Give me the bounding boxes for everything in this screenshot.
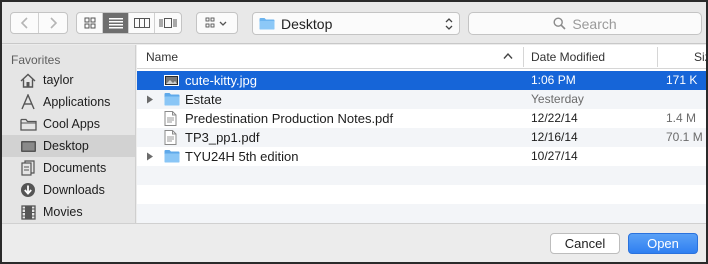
folder-icon: [259, 18, 275, 30]
applications-icon: [18, 94, 38, 110]
file-size: 171 K: [666, 73, 698, 87]
file-date: 10/27/14: [531, 149, 578, 163]
search-field[interactable]: Search: [468, 12, 702, 35]
list-header: Name Date Modified Siz: [137, 45, 706, 69]
name-column-header[interactable]: Name: [146, 50, 178, 64]
dialog-footer: Cancel Open: [2, 223, 706, 262]
toolbar: Desktop Search: [2, 2, 706, 44]
arrange-menu-button[interactable]: [196, 12, 238, 34]
file-size: 1.4 M: [666, 111, 697, 125]
location-label: Desktop: [281, 15, 333, 32]
column-view-icon: [133, 18, 150, 28]
file-row-tp3[interactable]: TP3_pp1.pdf 12/16/14 70.1 M: [137, 128, 706, 147]
downloads-icon: [18, 182, 38, 198]
updown-chevron-icon: [445, 18, 453, 30]
navigation-buttons: [10, 12, 68, 34]
cover-flow-icon: [159, 18, 177, 28]
sidebar-item-desktop[interactable]: Desktop: [2, 135, 135, 157]
file-date: 12/16/14: [531, 130, 578, 144]
file-row-predestination[interactable]: Predestination Production Notes.pdf 12/2…: [137, 109, 706, 128]
folder-icon: [18, 116, 38, 132]
sidebar-item-movies[interactable]: Movies: [2, 201, 135, 223]
file-row-estate[interactable]: Estate Yesterday: [137, 90, 706, 109]
sidebar-heading: Favorites: [11, 53, 61, 67]
desktop-icon: [18, 138, 38, 154]
file-date: 12/22/14: [531, 111, 578, 125]
file-row-cute-kitty[interactable]: cute-kitty.jpg 1:06 PM 171 K: [137, 71, 706, 90]
sidebar-item-cool-apps[interactable]: Cool Apps: [2, 113, 135, 135]
file-size: 70.1 M: [666, 130, 703, 144]
open-button[interactable]: Open: [628, 233, 698, 254]
documents-icon: [18, 160, 38, 176]
empty-row: [137, 185, 706, 204]
file-date: Yesterday: [531, 92, 584, 106]
arrange-grid-icon: [205, 17, 227, 28]
file-name: Predestination Production Notes.pdf: [185, 111, 394, 126]
search-icon: [553, 17, 566, 30]
date-column-header[interactable]: Date Modified: [531, 50, 605, 64]
sidebar-item-downloads[interactable]: Downloads: [2, 179, 135, 201]
pdf-file-icon: [164, 111, 177, 126]
icon-view-icon: [84, 17, 95, 29]
open-file-dialog: Desktop Search Favorites taylor Applicat…: [0, 0, 708, 264]
sidebar-item-taylor[interactable]: taylor: [2, 69, 135, 91]
list-view-button[interactable]: [103, 13, 129, 33]
chevron-right-icon: [50, 17, 58, 29]
empty-row: [137, 204, 706, 223]
file-row-tyu24h[interactable]: TYU24H 5th edition 10/27/14: [137, 147, 706, 166]
icon-view-button[interactable]: [77, 13, 103, 33]
column-divider[interactable]: [657, 47, 658, 67]
cover-flow-view-button[interactable]: [155, 13, 181, 33]
sidebar: Favorites taylor Applications Cool Apps …: [2, 45, 136, 223]
file-name: TYU24H 5th edition: [185, 149, 299, 164]
chevron-left-icon: [20, 17, 28, 29]
folder-icon: [164, 93, 180, 106]
file-name: Estate: [185, 92, 222, 107]
pdf-file-icon: [164, 130, 177, 145]
disclosure-triangle-icon[interactable]: [146, 152, 154, 161]
empty-row: [137, 166, 706, 185]
view-mode-buttons: [76, 12, 182, 34]
image-file-icon: [164, 75, 179, 86]
back-button[interactable]: [11, 13, 39, 33]
cancel-button[interactable]: Cancel: [550, 233, 620, 254]
home-icon: [18, 72, 38, 88]
column-view-button[interactable]: [129, 13, 155, 33]
sidebar-item-applications[interactable]: Applications: [2, 91, 135, 113]
file-name: TP3_pp1.pdf: [185, 130, 260, 145]
folder-icon: [164, 150, 180, 163]
file-name: cute-kitty.jpg: [185, 73, 258, 88]
sidebar-item-documents[interactable]: Documents: [2, 157, 135, 179]
movies-icon: [18, 204, 38, 220]
arrange-button[interactable]: [197, 13, 237, 33]
size-column-header[interactable]: Siz: [694, 50, 706, 64]
file-date: 1:06 PM: [531, 73, 576, 87]
column-divider[interactable]: [523, 47, 524, 67]
list-view-icon: [108, 18, 123, 29]
location-popup[interactable]: Desktop: [252, 12, 460, 35]
file-list: Name Date Modified Siz cute-kitty.jpg 1:…: [137, 45, 706, 223]
sort-ascending-icon[interactable]: [503, 52, 513, 60]
disclosure-triangle-icon[interactable]: [146, 95, 154, 104]
forward-button[interactable]: [39, 13, 67, 33]
search-placeholder: Search: [572, 15, 617, 32]
